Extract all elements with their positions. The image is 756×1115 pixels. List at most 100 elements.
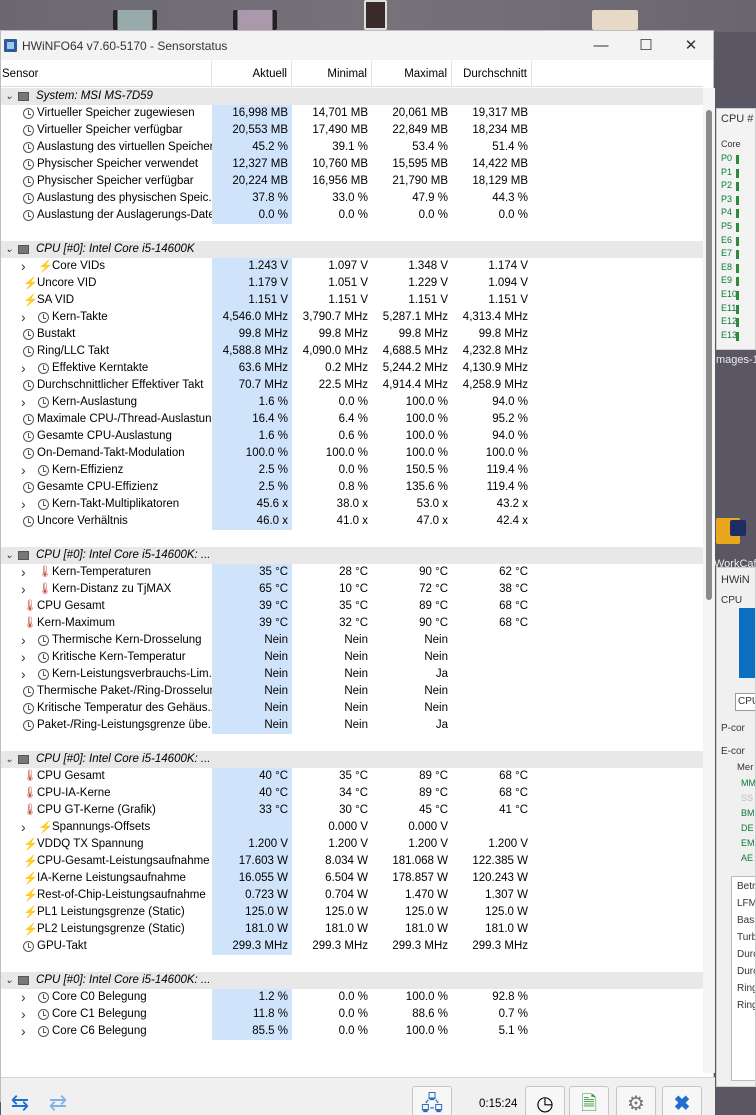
sensor-row[interactable]: Maximale CPU-/Thread-Auslastung 16.4 % 6.4… <box>1 411 703 428</box>
expand-chevron-icon[interactable]: › <box>21 632 31 649</box>
expand-chevron-icon[interactable]: › <box>21 394 31 411</box>
sensor-row[interactable]: › ⚡ Core VIDs 1.243 V 1.097 V 1.348 V 1.174 V <box>1 258 703 275</box>
sensor-row[interactable]: Ring/LLC Takt 4,588.8 MHz 4,090.0 MHz 4,688… <box>1 343 703 360</box>
vertical-scrollbar[interactable] <box>703 88 715 1073</box>
maximize-button[interactable]: ☐ <box>623 32 669 60</box>
expand-chevron-icon[interactable]: › <box>21 666 31 683</box>
sensor-group-row[interactable]: ⌄ CPU [#0]: Intel Core i5-14600K: ... <box>1 547 703 564</box>
sensor-row[interactable]: › Kritische Kern-Temperatur Nein Nein Nein <box>1 649 703 666</box>
sensor-row[interactable]: › Kern-Takt-Multiplikatoren 45.6 x 38.0 x 53… <box>1 496 703 513</box>
sensor-group-row[interactable]: ⌄ CPU [#0]: Intel Core i5-14600K: ... <box>1 972 703 989</box>
sensor-group-row[interactable]: ⌄ CPU [#0]: Intel Core i5-14600K <box>1 241 703 258</box>
photoshop-icon[interactable] <box>730 520 746 536</box>
title-bar[interactable]: HWiNFO64 v7.60-5170 - Sensorstatus — ☐ ✕ <box>1 31 713 60</box>
collapse-chevron-icon[interactable]: ⌄ <box>5 972 15 989</box>
value-min <box>292 530 372 547</box>
settings-gear-icon[interactable]: ⚙ <box>616 1086 656 1115</box>
sensor-row[interactable]: Physischer Speicher verfügbar 20,224 MB 16… <box>1 173 703 190</box>
column-header-sensor[interactable]: Sensor <box>1 61 212 87</box>
sensor-row[interactable]: 🌡 CPU GT-Kerne (Grafik) 33 °C 30 °C 45 °C 41 … <box>1 802 703 819</box>
sensor-row[interactable]: › Thermische Kern-Drosselung Nein Nein Nein <box>1 632 703 649</box>
sensor-row[interactable]: GPU-Takt 299.3 MHz 299.3 MHz 299.3 MHz 299.3… <box>1 938 703 955</box>
network-computers-icon[interactable]: 🖧 <box>412 1086 452 1115</box>
sensor-row[interactable]: ⚡ VDDQ TX Spannung 1.200 V 1.200 V 1.200 V 1.… <box>1 836 703 853</box>
sensor-row[interactable]: Thermische Paket-/Ring-Drosselung Nein Nei… <box>1 683 703 700</box>
sensor-row[interactable]: Auslastung des virtuellen Speichers 45.2 … <box>1 139 703 156</box>
sensor-row[interactable]: Virtueller Speicher zugewiesen 16,998 MB 1… <box>1 105 703 122</box>
sensor-row[interactable]: On-Demand-Takt-Modulation 100.0 % 100.0 % 1… <box>1 445 703 462</box>
sensor-row[interactable]: Durchschnittlicher Effektiver Takt 70.7 M… <box>1 377 703 394</box>
sensor-row[interactable]: › Kern-Takte 4,546.0 MHz 3,790.7 MHz 5,287.1… <box>1 309 703 326</box>
sensor-label: Kern-Effizienz <box>52 464 124 476</box>
value-current: 2.5 % <box>212 462 292 479</box>
collapse-chevron-icon[interactable]: ⌄ <box>5 751 15 768</box>
desktop-thumbnail-icon[interactable] <box>113 10 157 30</box>
expand-chevron-icon[interactable]: › <box>21 649 31 666</box>
sensor-row[interactable]: ⚡ PL1 Leistungsgrenze (Static) 125.0 W 125.… <box>1 904 703 921</box>
minimize-button[interactable]: — <box>578 32 624 60</box>
column-header-max[interactable]: Maximal <box>372 61 452 87</box>
sensor-row[interactable]: › 🌡 Kern-Distanz zu TjMAX 65 °C 10 °C 72 °C 38… <box>1 581 703 598</box>
column-header-min[interactable]: Minimal <box>292 61 372 87</box>
sensor-row[interactable]: › Kern-Leistungsverbrauchs-Lim... Nein Nein… <box>1 666 703 683</box>
close-button[interactable]: ✕ <box>668 32 714 60</box>
sensor-row[interactable]: Auslastung der Auslagerungs-Datei 0.0 % 0.… <box>1 207 703 224</box>
sensor-row[interactable]: 🌡 CPU Gesamt 40 °C 35 °C 89 °C 68 °C <box>1 768 703 785</box>
sensor-row[interactable]: › Kern-Effizienz 2.5 % 0.0 % 150.5 % 119.4 % <box>1 462 703 479</box>
sensor-row[interactable]: Physischer Speicher verwendet 12,327 MB 10… <box>1 156 703 173</box>
sensor-row[interactable]: 🌡 Kern-Maximum 39 °C 32 °C 90 °C 68 °C <box>1 615 703 632</box>
sensor-row[interactable]: › Core C1 Belegung 11.8 % 0.0 % 88.6 % 0.7 % <box>1 1006 703 1023</box>
cpu-select-dropdown[interactable]: CPU <box>735 693 755 711</box>
sensor-group-row[interactable]: ⌄ System: MSI MS-7D59 <box>1 88 703 105</box>
expand-chevron-icon[interactable]: › <box>21 360 31 377</box>
sensor-row[interactable]: › Effektive Kerntakte 63.6 MHz 0.2 MHz 5,244… <box>1 360 703 377</box>
value-current: 99.8 MHz <box>212 326 292 343</box>
expand-chevron-icon[interactable]: › <box>21 989 31 1006</box>
expand-chevron-icon[interactable]: › <box>21 1006 31 1023</box>
sensor-row[interactable]: Kritische Temperatur des Gehäus... Nein Ne… <box>1 700 703 717</box>
column-header-average[interactable]: Durchschnitt <box>452 61 532 87</box>
sensor-row[interactable]: › Core C6 Belegung 85.5 % 0.0 % 100.0 % 5.1 % <box>1 1023 703 1040</box>
sensor-row[interactable]: Virtueller Speicher verfügbar 20,553 MB 17… <box>1 122 703 139</box>
collapse-chevron-icon[interactable]: ⌄ <box>5 88 15 105</box>
sensor-row[interactable]: ⚡ Uncore VID 1.179 V 1.051 V 1.229 V 1.094 V <box>1 275 703 292</box>
sensor-row[interactable]: › ⚡ Spannungs-Offsets 0.000 V 0.000 V <box>1 819 703 836</box>
expand-chevron-icon[interactable]: › <box>21 258 31 275</box>
sensor-row[interactable]: ⚡ IA-Kerne Leistungsaufnahme 16.055 W 6.504… <box>1 870 703 887</box>
expand-chevron-icon[interactable]: › <box>21 462 31 479</box>
close-x-icon[interactable]: ✖ <box>662 1086 702 1115</box>
sensor-row[interactable]: Gesamte CPU-Effizienz 2.5 % 0.8 % 135.6 % 11… <box>1 479 703 496</box>
clock-reset-icon[interactable]: ◷ <box>525 1086 565 1115</box>
column-header-current[interactable]: Aktuell <box>212 61 292 87</box>
expand-chevron-icon[interactable]: › <box>21 496 31 513</box>
collapse-chevron-icon[interactable]: ⌄ <box>5 241 15 258</box>
expand-chevron-icon[interactable]: › <box>21 819 31 836</box>
expand-chevron-icon[interactable]: › <box>21 581 31 598</box>
navigate-arrows-icon[interactable]: ⇆ <box>3 1086 37 1115</box>
sensor-row[interactable]: Uncore Verhältnis 46.0 x 41.0 x 47.0 x 42.4 … <box>1 513 703 530</box>
expand-chevron-icon[interactable]: › <box>21 564 31 581</box>
expand-chevron-icon[interactable]: › <box>21 309 31 326</box>
sensor-row[interactable]: › 🌡 Kern-Temperaturen 35 °C 28 °C 90 °C 62 °C <box>1 564 703 581</box>
desktop-photo-icon[interactable] <box>592 10 638 30</box>
sensor-group-row[interactable]: ⌄ CPU [#0]: Intel Core i5-14600K: ... <box>1 751 703 768</box>
sensor-row[interactable]: 🌡 CPU Gesamt 39 °C 35 °C 89 °C 68 °C <box>1 598 703 615</box>
sensor-row[interactable]: Paket-/Ring-Leistungsgrenze übe... Nein Ne… <box>1 717 703 734</box>
sensor-row[interactable]: ⚡ CPU-Gesamt-Leistungsaufnahme 17.603 W 8.0… <box>1 853 703 870</box>
sensor-row[interactable]: ⚡ Rest-of-Chip-Leistungsaufnahme 0.723 W 0.… <box>1 887 703 904</box>
collapse-chevron-icon[interactable]: ⌄ <box>5 547 15 564</box>
expand-chevron-icon[interactable]: › <box>21 1023 31 1040</box>
collapse-arrows-icon[interactable]: ⇄ <box>41 1086 75 1115</box>
sensor-row[interactable]: Bustakt 99.8 MHz 99.8 MHz 99.8 MHz 99.8 MHz <box>1 326 703 343</box>
sensor-row[interactable]: Gesamte CPU-Auslastung 1.6 % 0.6 % 100.0 % 9… <box>1 428 703 445</box>
desktop-thumbnail-icon[interactable] <box>233 10 277 30</box>
sensor-row[interactable]: 🌡 CPU-IA-Kerne 40 °C 34 °C 89 °C 68 °C <box>1 785 703 802</box>
sensor-row[interactable]: Auslastung des physischen Speic... 37.8 %… <box>1 190 703 207</box>
add-log-icon[interactable]: 🗎 <box>569 1086 609 1115</box>
sensor-row[interactable]: ⚡ SA VID 1.151 V 1.151 V 1.151 V 1.151 V <box>1 292 703 309</box>
sensor-row[interactable]: › Core C0 Belegung 1.2 % 0.0 % 100.0 % 92.8 % <box>1 989 703 1006</box>
sensor-row[interactable]: ⚡ PL2 Leistungsgrenze (Static) 181.0 W 181.… <box>1 921 703 938</box>
desktop-photo-icon[interactable] <box>364 0 387 30</box>
scrollbar-thumb[interactable] <box>706 110 712 600</box>
sensor-row[interactable]: › Kern-Auslastung 1.6 % 0.0 % 100.0 % 94.0 % <box>1 394 703 411</box>
